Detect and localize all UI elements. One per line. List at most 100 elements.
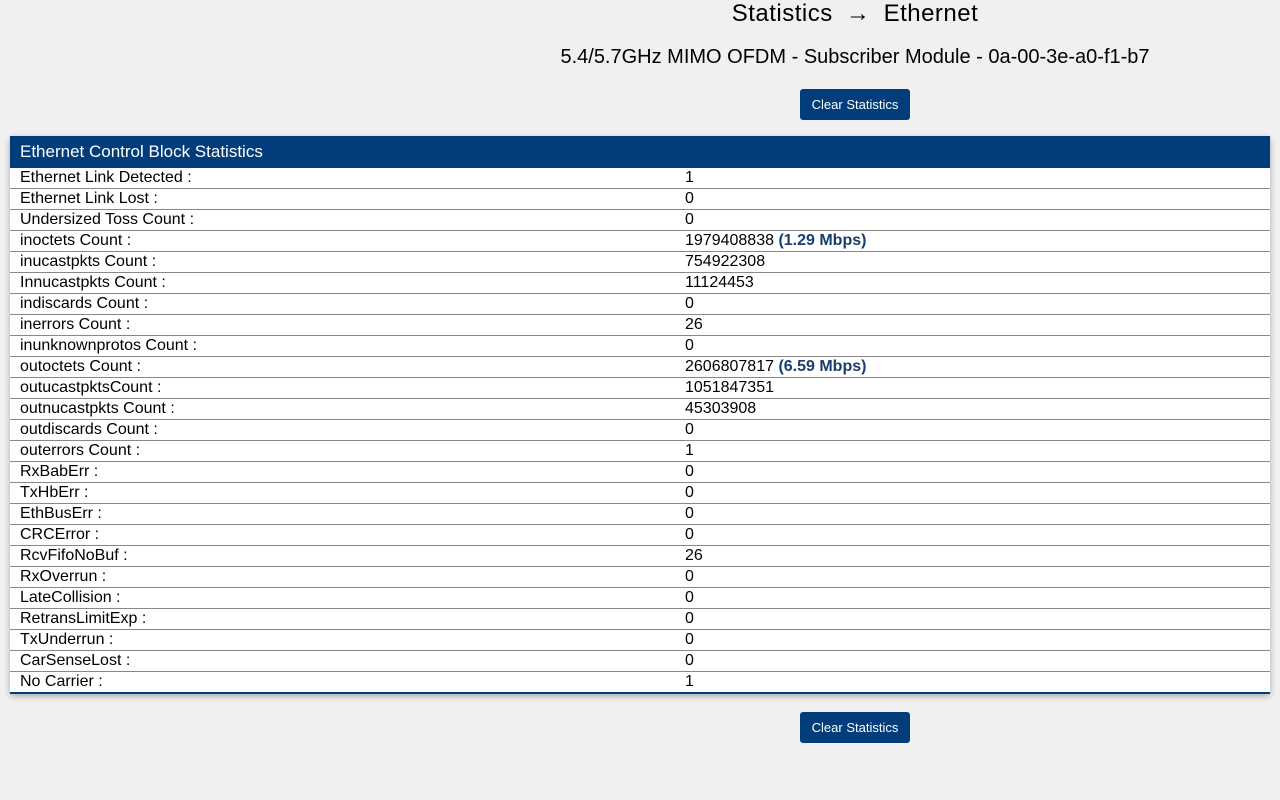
table-row: indiscards Count : 0 bbox=[10, 294, 1270, 315]
stat-label: EthBusErr : bbox=[10, 504, 675, 525]
stat-value: 0 bbox=[675, 189, 1270, 210]
clear-statistics-button-bottom[interactable]: Clear Statistics bbox=[800, 712, 911, 743]
stat-value-text: 1 bbox=[685, 169, 694, 186]
table-row: EthBusErr : 0 bbox=[10, 504, 1270, 525]
breadcrumb: Statistics → Ethernet bbox=[430, 0, 1280, 28]
stat-value: 45303908 bbox=[675, 399, 1270, 420]
clear-statistics-button-top[interactable]: Clear Statistics bbox=[800, 89, 911, 120]
table-row: TxUnderrun :0 bbox=[10, 630, 1270, 651]
breadcrumb-right: Ethernet bbox=[884, 0, 979, 27]
stat-label: outoctets Count : bbox=[10, 357, 675, 378]
stat-value: 0 bbox=[675, 462, 1270, 483]
stat-label: inoctets Count : bbox=[10, 231, 675, 252]
table-row: Ethernet Link Detected : 1 bbox=[10, 168, 1270, 189]
stat-label: No Carrier : bbox=[10, 672, 675, 693]
table-row: RxBabErr : 0 bbox=[10, 462, 1270, 483]
stat-label: outerrors Count : bbox=[10, 441, 675, 462]
table-row: outnucastpkts Count : 45303908 bbox=[10, 399, 1270, 420]
table-row: CarSenseLost : 0 bbox=[10, 651, 1270, 672]
stat-label: Undersized Toss Count : bbox=[10, 210, 675, 231]
stat-value: 0 bbox=[675, 525, 1270, 546]
stat-label: RxOverrun : bbox=[10, 567, 675, 588]
stat-label: CarSenseLost : bbox=[10, 651, 675, 672]
stat-label: inucastpkts Count : bbox=[10, 252, 675, 273]
stat-value-text: 0 bbox=[685, 652, 694, 669]
stat-value-text: 0 bbox=[685, 526, 694, 543]
table-row: LateCollision : 0 bbox=[10, 588, 1270, 609]
stat-label: TxHbErr : bbox=[10, 483, 675, 504]
table-row: TxHbErr : 0 bbox=[10, 483, 1270, 504]
stat-label: outnucastpkts Count : bbox=[10, 399, 675, 420]
stat-value: 0 bbox=[675, 651, 1270, 672]
stat-value: 0 bbox=[675, 483, 1270, 504]
table-row: Innucastpkts Count : 11124453 bbox=[10, 273, 1270, 294]
stat-value-text: 1051847351 bbox=[685, 379, 774, 396]
stat-value-text: 0 bbox=[685, 589, 694, 606]
table-row: RetransLimitExp :0 bbox=[10, 609, 1270, 630]
table-row: CRCError :0 bbox=[10, 525, 1270, 546]
stat-value-text: 26 bbox=[685, 547, 703, 564]
stat-value: 1 bbox=[675, 441, 1270, 462]
stat-value: 0 bbox=[675, 504, 1270, 525]
stats-table: Ethernet Link Detected : 1 Ethernet Link L… bbox=[10, 168, 1270, 692]
stat-value: 11124453 bbox=[675, 273, 1270, 294]
stat-value: 0 bbox=[675, 588, 1270, 609]
stat-rate: (6.59 Mbps) bbox=[778, 358, 866, 375]
stat-value-text: 1 bbox=[685, 442, 694, 459]
table-row: Ethernet Link Lost : 0 bbox=[10, 189, 1270, 210]
stat-value: 1 bbox=[675, 168, 1270, 189]
table-row: RcvFifoNoBuf : 26 bbox=[10, 546, 1270, 567]
panel-title: Ethernet Control Block Statistics bbox=[10, 136, 1270, 168]
stat-value-text: 0 bbox=[685, 421, 694, 438]
stat-value: 0 bbox=[675, 567, 1270, 588]
stat-value-text: 0 bbox=[685, 211, 694, 228]
stat-value: 0 bbox=[675, 294, 1270, 315]
stat-value-text: 11124453 bbox=[685, 274, 754, 291]
stat-value-text: 0 bbox=[685, 190, 694, 207]
stat-label: RxBabErr : bbox=[10, 462, 675, 483]
table-row: Undersized Toss Count : 0 bbox=[10, 210, 1270, 231]
stat-value: 0 bbox=[675, 420, 1270, 441]
stat-value-text: 1979408838 bbox=[685, 232, 778, 249]
stat-label: LateCollision : bbox=[10, 588, 675, 609]
breadcrumb-left: Statistics bbox=[732, 0, 833, 27]
stat-rate: (1.29 Mbps) bbox=[778, 232, 866, 249]
stat-label: outucastpktsCount : bbox=[10, 378, 675, 399]
table-row: inoctets Count :1979408838 (1.29 Mbps) bbox=[10, 231, 1270, 252]
stat-label: inunknownprotos Count : bbox=[10, 336, 675, 357]
stat-value-text: 0 bbox=[685, 295, 694, 312]
stat-value: 2606807817 (6.59 Mbps) bbox=[675, 357, 1270, 378]
ethernet-stats-panel: Ethernet Control Block Statistics Ethern… bbox=[10, 136, 1270, 694]
stat-value-text: 0 bbox=[685, 463, 694, 480]
stat-value: 26 bbox=[675, 546, 1270, 567]
stat-value-text: 45303908 bbox=[685, 400, 756, 417]
stat-label: outdiscards Count : bbox=[10, 420, 675, 441]
table-row: outdiscards Count : 0 bbox=[10, 420, 1270, 441]
table-row: outucastpktsCount : 1051847351 bbox=[10, 378, 1270, 399]
stat-value-text: 0 bbox=[685, 568, 694, 585]
table-row: inerrors Count :26 bbox=[10, 315, 1270, 336]
stat-value-text: 0 bbox=[685, 484, 694, 501]
stat-label: RcvFifoNoBuf : bbox=[10, 546, 675, 567]
stat-label: indiscards Count : bbox=[10, 294, 675, 315]
stat-value: 0 bbox=[675, 210, 1270, 231]
stat-label: Innucastpkts Count : bbox=[10, 273, 675, 294]
table-row: outerrors Count : 1 bbox=[10, 441, 1270, 462]
page-footer: Clear Statistics bbox=[0, 694, 1280, 759]
stat-label: inerrors Count : bbox=[10, 315, 675, 336]
stat-value-text: 0 bbox=[685, 631, 694, 648]
stat-label: Ethernet Link Detected : bbox=[10, 168, 675, 189]
stat-label: Ethernet Link Lost : bbox=[10, 189, 675, 210]
stat-value-text: 0 bbox=[685, 337, 694, 354]
stat-value: 1979408838 (1.29 Mbps) bbox=[675, 231, 1270, 252]
table-row: RxOverrun : 0 bbox=[10, 567, 1270, 588]
arrow-right-icon: → bbox=[846, 0, 871, 28]
table-row: No Carrier : 1 bbox=[10, 672, 1270, 693]
stat-value: 0 bbox=[675, 609, 1270, 630]
stat-value-text: 1 bbox=[685, 673, 694, 690]
stat-value: 0 bbox=[675, 630, 1270, 651]
stat-value-text: 2606807817 bbox=[685, 358, 778, 375]
stat-value: 754922308 bbox=[675, 252, 1270, 273]
stat-value-text: 0 bbox=[685, 505, 694, 522]
table-row: outoctets Count :2606807817 (6.59 Mbps) bbox=[10, 357, 1270, 378]
